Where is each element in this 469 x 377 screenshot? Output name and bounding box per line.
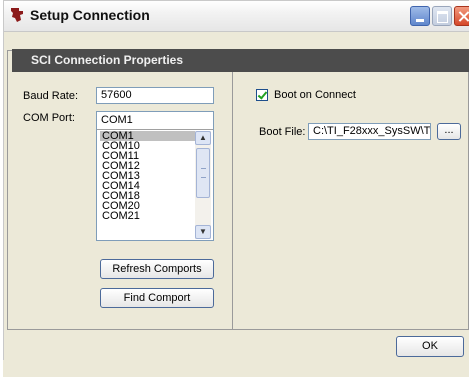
title-bar[interactable]: Setup Connection: [4, 1, 469, 32]
scroll-up-button[interactable]: ▲: [195, 131, 211, 145]
maximize-button[interactable]: [432, 6, 452, 26]
scroll-down-button[interactable]: ▼: [195, 225, 211, 239]
ti-logo-icon: [11, 8, 23, 22]
list-scrollbar[interactable]: ▲ ▼: [195, 131, 211, 239]
boot-on-connect-checkbox[interactable]: [256, 89, 268, 101]
baud-rate-field[interactable]: 57600: [96, 87, 214, 104]
close-button[interactable]: [454, 6, 469, 26]
group-header: SCI Connection Properties: [12, 49, 469, 72]
baud-rate-label: Baud Rate:: [23, 90, 79, 102]
browse-button[interactable]: ...: [437, 123, 461, 140]
ok-button[interactable]: OK: [396, 336, 464, 357]
minimize-button[interactable]: [410, 6, 430, 26]
refresh-comports-button[interactable]: Refresh Comports: [100, 259, 214, 279]
com-port-list[interactable]: COM1 COM10 COM11 COM12 COM13 COM14 COM18…: [100, 131, 195, 239]
find-comport-button[interactable]: Find Comport: [100, 288, 214, 308]
panel-divider: [232, 72, 233, 330]
com-port-label: COM Port:: [23, 112, 75, 124]
group-title: SCI Connection Properties: [31, 53, 184, 67]
window-title: Setup Connection: [30, 7, 150, 23]
boot-file-field[interactable]: C:\TI_F28xxx_SysSW\Tw: [308, 123, 431, 140]
com-port-combo[interactable]: COM1 COM1 COM10 COM11 COM12 COM13 COM14 …: [96, 111, 214, 241]
scroll-thumb[interactable]: [196, 148, 210, 198]
list-item[interactable]: COM21: [100, 211, 195, 222]
com-port-value[interactable]: COM1: [97, 112, 213, 130]
boot-file-label: Boot File:: [259, 126, 306, 138]
boot-on-connect-label: Boot on Connect: [274, 89, 356, 101]
dialog-footer: [3, 360, 469, 377]
